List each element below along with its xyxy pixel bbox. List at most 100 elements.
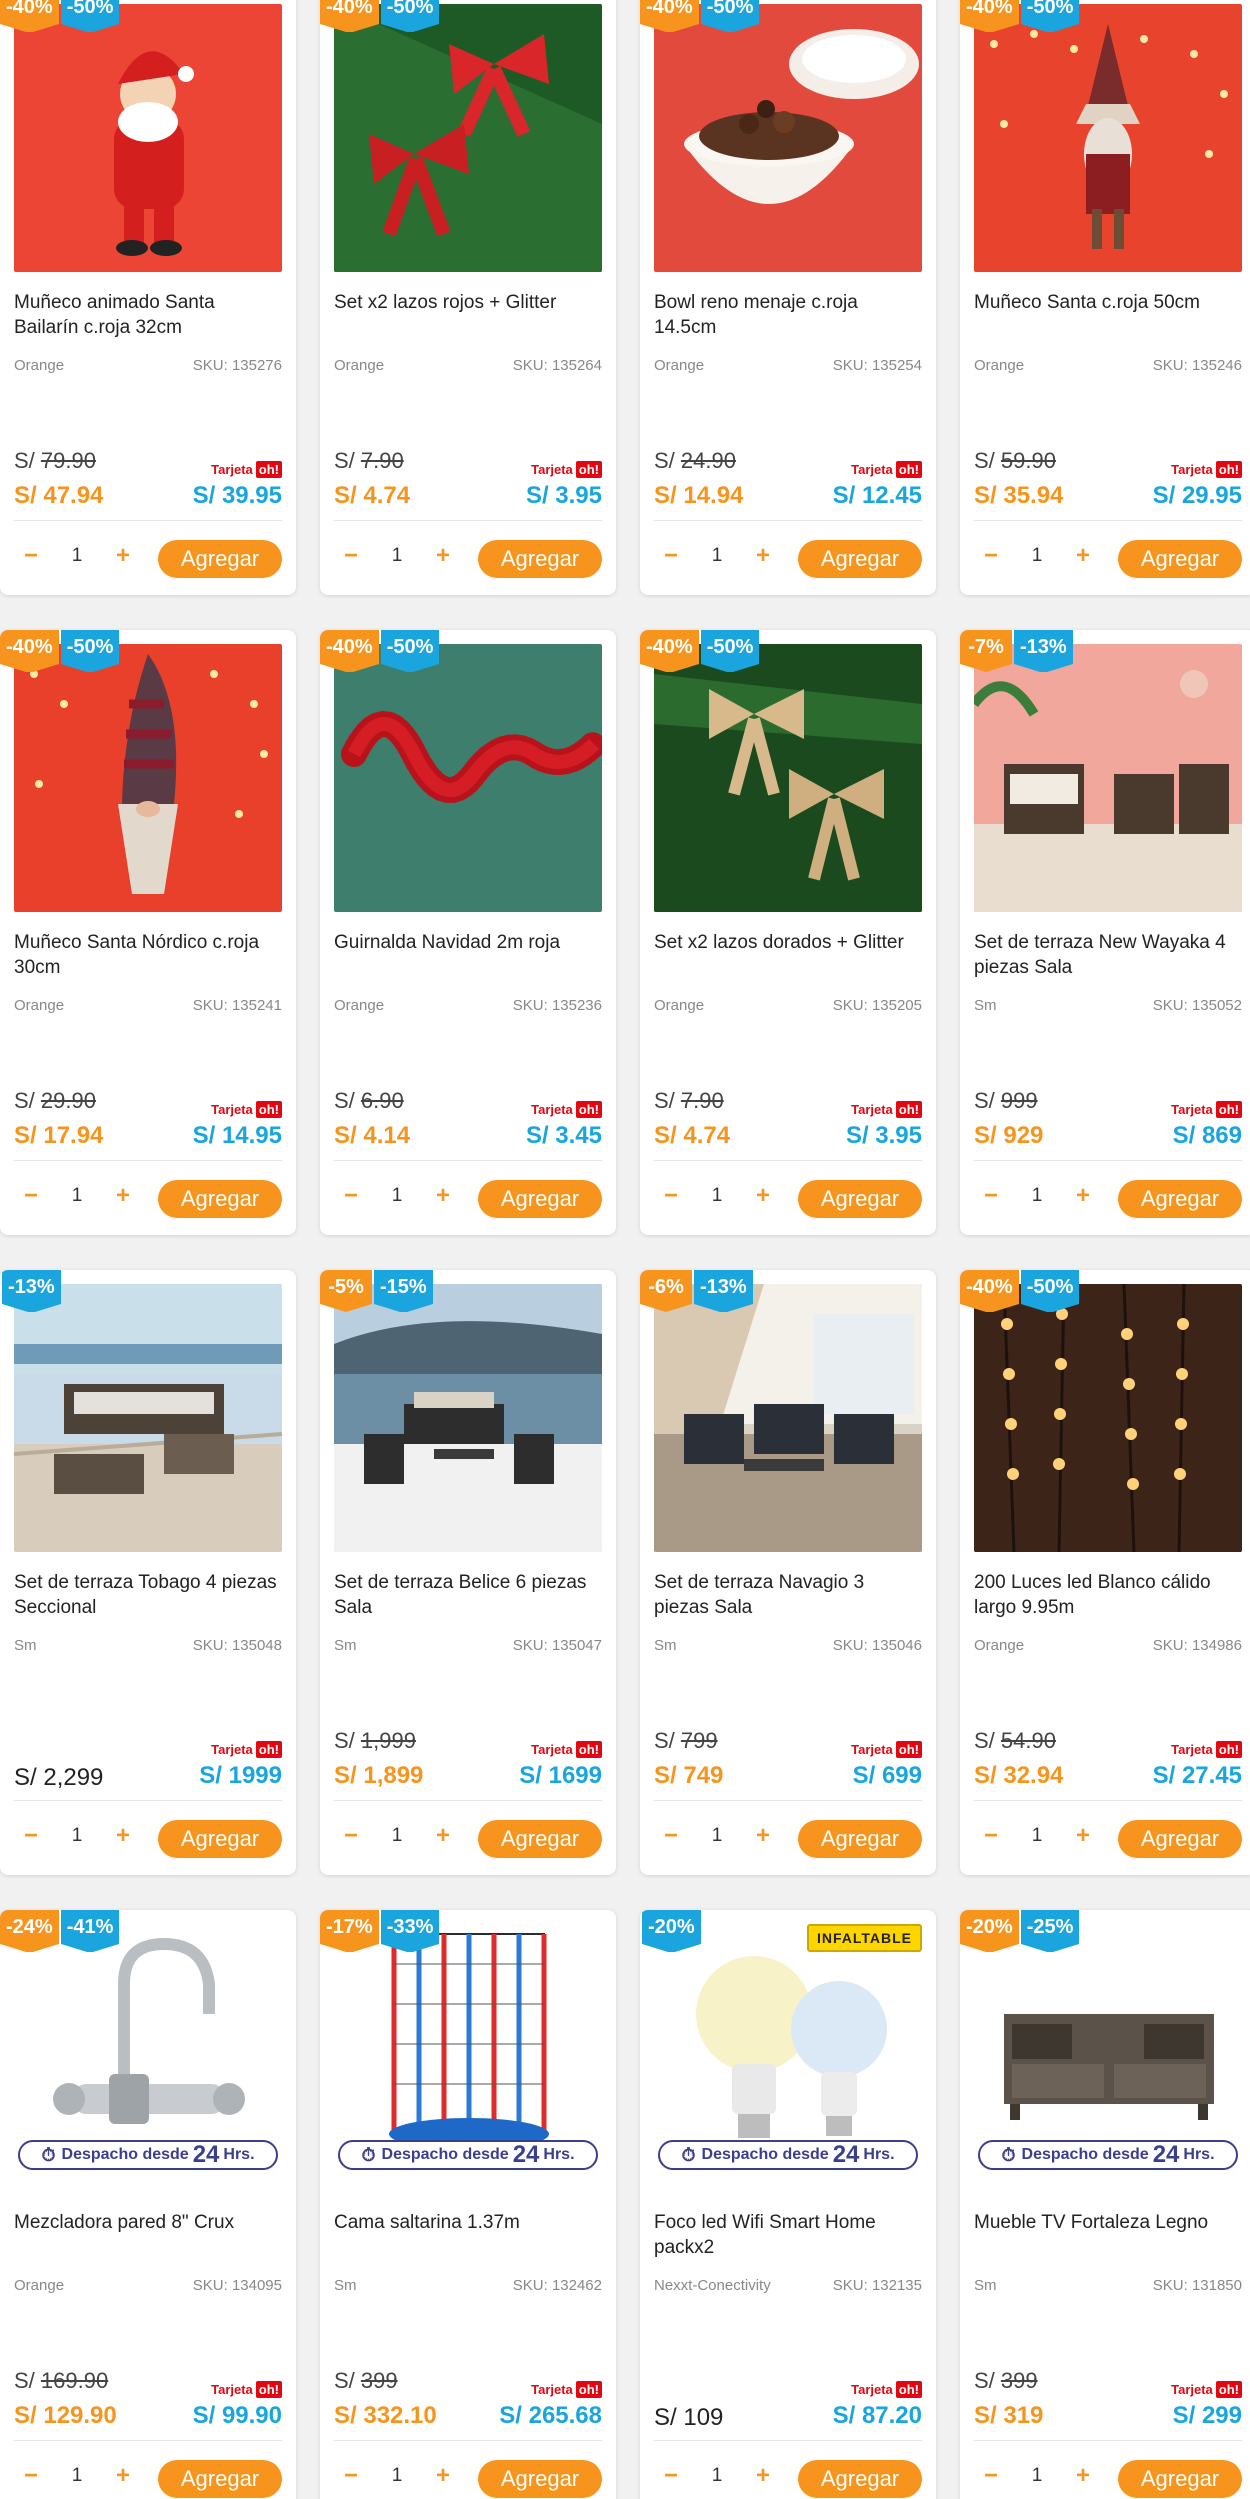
quantity-value[interactable]: 1 [48, 2465, 106, 2487]
product-image[interactable] [974, 644, 1242, 912]
product-card[interactable]: -20% -25% ⏱ Despacho desde 24 Hrs. Mueble TV F… [960, 1910, 1250, 2499]
decrease-quantity-button[interactable]: − [14, 542, 48, 570]
increase-quantity-button[interactable]: + [106, 1822, 140, 1850]
quantity-stepper[interactable]: −1 + [974, 1822, 1100, 1850]
quantity-stepper[interactable]: −1 + [654, 1182, 780, 1210]
product-name[interactable]: Set de terraza Tobago 4 piezas Seccional [14, 1570, 282, 1620]
decrease-quantity-button[interactable]: − [334, 1182, 368, 1210]
decrease-quantity-button[interactable]: − [974, 1182, 1008, 1210]
quantity-value[interactable]: 1 [368, 1825, 426, 1847]
quantity-stepper[interactable]: −1 + [14, 1182, 140, 1210]
increase-quantity-button[interactable]: + [426, 2462, 460, 2490]
decrease-quantity-button[interactable]: − [14, 1822, 48, 1850]
increase-quantity-button[interactable]: + [426, 1822, 460, 1850]
add-to-cart-button[interactable]: Agregar [798, 2460, 922, 2498]
product-name[interactable]: Guirnalda Navidad 2m roja [334, 930, 602, 955]
add-to-cart-button[interactable]: Agregar [1118, 1820, 1242, 1858]
product-image[interactable] [14, 644, 282, 912]
quantity-value[interactable]: 1 [688, 2465, 746, 2487]
quantity-stepper[interactable]: −1 + [334, 2462, 460, 2490]
product-card[interactable]: -40% -50% Set x2 lazos dorados + Glitter Or… [640, 630, 936, 1235]
quantity-stepper[interactable]: −1 + [334, 1182, 460, 1210]
increase-quantity-button[interactable]: + [746, 1182, 780, 1210]
decrease-quantity-button[interactable]: − [654, 1182, 688, 1210]
decrease-quantity-button[interactable]: − [974, 1822, 1008, 1850]
product-card[interactable]: -13% Set de terraza Tobago 4 piezas Secci… [0, 1270, 296, 1875]
quantity-stepper[interactable]: −1 + [14, 1822, 140, 1850]
add-to-cart-button[interactable]: Agregar [478, 1180, 602, 1218]
increase-quantity-button[interactable]: + [1066, 1822, 1100, 1850]
add-to-cart-button[interactable]: Agregar [798, 540, 922, 578]
product-name[interactable]: Muñeco Santa c.roja 50cm [974, 290, 1242, 315]
add-to-cart-button[interactable]: Agregar [478, 1820, 602, 1858]
quantity-value[interactable]: 1 [48, 1185, 106, 1207]
decrease-quantity-button[interactable]: − [14, 1182, 48, 1210]
increase-quantity-button[interactable]: + [746, 2462, 780, 2490]
product-image[interactable] [334, 644, 602, 912]
product-name[interactable]: Set x2 lazos rojos + Glitter [334, 290, 602, 315]
product-card[interactable]: -40% -50% 200 Luces led Blanco cálido larg… [960, 1270, 1250, 1875]
product-image[interactable] [974, 1284, 1242, 1552]
product-card[interactable]: -40% -50% Muñeco animado Santa Bailarín c.… [0, 0, 296, 595]
add-to-cart-button[interactable]: Agregar [158, 2460, 282, 2498]
add-to-cart-button[interactable]: Agregar [1118, 540, 1242, 578]
add-to-cart-button[interactable]: Agregar [1118, 1180, 1242, 1218]
add-to-cart-button[interactable]: Agregar [1118, 2460, 1242, 2498]
quantity-value[interactable]: 1 [368, 545, 426, 567]
add-to-cart-button[interactable]: Agregar [478, 2460, 602, 2498]
product-image[interactable] [654, 1284, 922, 1552]
product-card[interactable]: -40% -50% Muñeco Santa c.roja 50cm Orange SK… [960, 0, 1250, 595]
quantity-stepper[interactable]: −1 + [974, 1182, 1100, 1210]
decrease-quantity-button[interactable]: − [334, 542, 368, 570]
add-to-cart-button[interactable]: Agregar [158, 1820, 282, 1858]
quantity-value[interactable]: 1 [1008, 1185, 1066, 1207]
quantity-value[interactable]: 1 [688, 545, 746, 567]
decrease-quantity-button[interactable]: − [334, 1822, 368, 1850]
add-to-cart-button[interactable]: Agregar [478, 540, 602, 578]
quantity-value[interactable]: 1 [688, 1825, 746, 1847]
product-name[interactable]: Mezcladora pared 8" Crux [14, 2210, 282, 2235]
product-name[interactable]: Muñeco animado Santa Bailarín c.roja 32c… [14, 290, 282, 340]
product-image[interactable] [654, 644, 922, 912]
quantity-value[interactable]: 1 [1008, 545, 1066, 567]
product-card[interactable]: -24% -41% ⏱ Despacho desde 24 Hrs. Mezcladora … [0, 1910, 296, 2499]
product-image[interactable] [334, 4, 602, 272]
increase-quantity-button[interactable]: + [746, 1822, 780, 1850]
product-name[interactable]: Muñeco Santa Nórdico c.roja 30cm [14, 930, 282, 980]
increase-quantity-button[interactable]: + [1066, 542, 1100, 570]
product-card[interactable]: -17% -33% ⏱ Despacho desde 24 Hrs. Cama saltar… [320, 1910, 616, 2499]
product-name[interactable]: Set de terraza Belice 6 piezas Sala [334, 1570, 602, 1620]
product-card[interactable]: -40% -50% Guirnalda Navidad 2m roja Orange S… [320, 630, 616, 1235]
product-image[interactable] [14, 4, 282, 272]
decrease-quantity-button[interactable]: − [974, 2462, 1008, 2490]
product-card[interactable]: -6% -13% Set de terraza Navagio 3 piezas S… [640, 1270, 936, 1875]
product-name[interactable]: Set de terraza New Wayaka 4 piezas Sala [974, 930, 1242, 980]
quantity-stepper[interactable]: −1 + [654, 542, 780, 570]
decrease-quantity-button[interactable]: − [654, 1822, 688, 1850]
quantity-stepper[interactable]: −1 + [334, 1822, 460, 1850]
decrease-quantity-button[interactable]: − [334, 2462, 368, 2490]
product-card[interactable]: -40% -50% Set x2 lazos rojos + Glitter Oran… [320, 0, 616, 595]
quantity-value[interactable]: 1 [368, 1185, 426, 1207]
decrease-quantity-button[interactable]: − [654, 2462, 688, 2490]
quantity-stepper[interactable]: −1 + [14, 2462, 140, 2490]
product-name[interactable]: Set de terraza Navagio 3 piezas Sala [654, 1570, 922, 1620]
product-card[interactable]: -7% -13% Set de terraza New Wayaka 4 pieza… [960, 630, 1250, 1235]
add-to-cart-button[interactable]: Agregar [158, 540, 282, 578]
increase-quantity-button[interactable]: + [1066, 1182, 1100, 1210]
add-to-cart-button[interactable]: Agregar [158, 1180, 282, 1218]
product-image[interactable] [654, 4, 922, 272]
quantity-stepper[interactable]: −1 + [334, 542, 460, 570]
product-name[interactable]: Set x2 lazos dorados + Glitter [654, 930, 922, 955]
decrease-quantity-button[interactable]: − [974, 542, 1008, 570]
product-card[interactable]: -5% -15% Set de terraza Belice 6 piezas Sa… [320, 1270, 616, 1875]
product-card[interactable]: -40% -50% Muñeco Santa Nórdico c.roja 30cm… [0, 630, 296, 1235]
product-image[interactable] [14, 1284, 282, 1552]
product-image[interactable] [974, 4, 1242, 272]
product-name[interactable]: Bowl reno menaje c.roja 14.5cm [654, 290, 922, 340]
decrease-quantity-button[interactable]: − [14, 2462, 48, 2490]
product-name[interactable]: Foco led Wifi Smart Home packx2 [654, 2210, 922, 2260]
product-image[interactable] [334, 1284, 602, 1552]
increase-quantity-button[interactable]: + [106, 1182, 140, 1210]
increase-quantity-button[interactable]: + [106, 2462, 140, 2490]
